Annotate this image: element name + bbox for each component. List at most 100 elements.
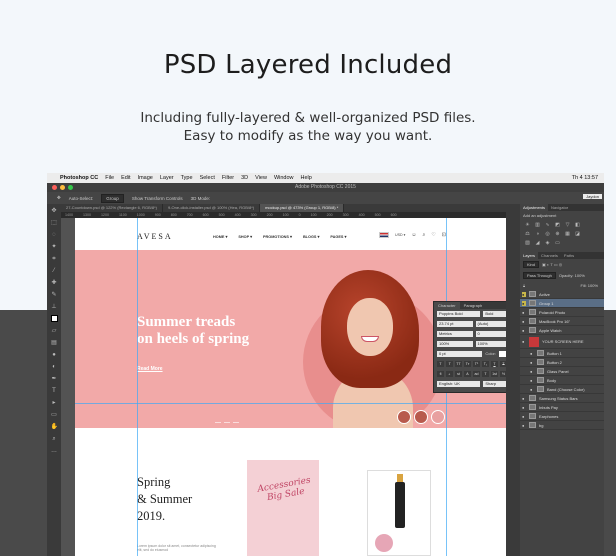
menu-file[interactable]: File (105, 175, 114, 181)
brush-icon[interactable]: ✎ (51, 292, 58, 299)
workspace-switcher[interactable]: Jaydon (583, 194, 602, 199)
nav-blogs[interactable]: BLOGS ▾ (303, 234, 319, 239)
pen-icon[interactable]: ✒ (51, 376, 58, 383)
posterize-icon[interactable]: ▨ (524, 240, 531, 246)
baseline-field[interactable]: 0 pt (437, 351, 483, 357)
read-more-link[interactable]: Read More (137, 366, 163, 372)
site-logo[interactable]: AVESA (137, 232, 173, 241)
menu-window[interactable]: Window (274, 175, 294, 181)
layer-row[interactable]: ● Earphones (520, 412, 604, 421)
opacity-field[interactable]: Opacity: 100% (559, 273, 585, 278)
blur-icon[interactable]: ● (51, 352, 58, 359)
layer-row[interactable]: ● Button 1 (520, 349, 604, 358)
invert-icon[interactable]: ◪ (574, 231, 581, 237)
vibrance-icon[interactable]: ▽ (564, 222, 571, 228)
shape-icon[interactable]: ▭ (51, 412, 58, 419)
hero-thumb-3[interactable] (431, 410, 445, 424)
tab-installer[interactable]: 9-One-click-installer.psd @ 100% (Hea, R… (163, 204, 261, 212)
visibility-eye-icon[interactable]: ● (522, 291, 526, 297)
filter-icons[interactable]: ▣ ◐ T ▭ ◎ (542, 262, 562, 267)
contextual-button[interactable]: 1st (491, 371, 498, 377)
eraser-icon[interactable]: ▱ (51, 328, 58, 335)
nav-home[interactable]: HOME ▾ (213, 234, 227, 239)
levels-icon[interactable]: ▥ (534, 222, 541, 228)
vertical-scale-field[interactable]: 100% (437, 341, 473, 347)
minimize-window-button[interactable] (60, 185, 65, 190)
photo-filter-icon[interactable]: ◎ (544, 231, 551, 237)
healing-icon[interactable]: ✚ (51, 280, 58, 287)
tab-channels[interactable]: Channels (538, 252, 561, 259)
font-family-field[interactable]: Poppins Bold (437, 311, 481, 317)
layer-row[interactable]: ● Band (Choose Color) (520, 385, 604, 394)
all-caps-button[interactable]: TT (455, 361, 462, 367)
app-menu[interactable]: Photoshop CC (60, 175, 98, 181)
layer-row[interactable]: ● bg (520, 421, 604, 430)
magic-wand-icon[interactable]: ✦ (51, 244, 58, 251)
exposure-icon[interactable]: ◩ (554, 222, 561, 228)
stamp-icon[interactable]: ⊥ (51, 304, 58, 311)
tab-layers[interactable]: Layers (520, 252, 539, 259)
visibility-eye-icon[interactable]: ● (522, 339, 526, 344)
lasso-icon[interactable]: ◌ (51, 232, 58, 239)
layer-row[interactable]: ● Glass Panel (520, 367, 604, 376)
marquee-icon[interactable]: ⬚ (51, 220, 58, 227)
layer-row[interactable]: ● Body (520, 376, 604, 385)
dodge-icon[interactable]: ◐ (51, 364, 58, 371)
tab-paths[interactable]: Paths (561, 252, 577, 259)
visibility-eye-icon[interactable]: ● (522, 328, 526, 333)
font-size-field[interactable]: 23.74 pt (437, 321, 473, 327)
search-icon[interactable]: ⌕ (423, 232, 426, 238)
visibility-eye-icon[interactable]: ● (522, 414, 526, 419)
visibility-eye-icon[interactable]: ● (522, 300, 526, 306)
hero-thumb-1[interactable] (397, 410, 411, 424)
type-icon[interactable]: T (51, 388, 58, 395)
small-caps-button[interactable]: Tт (464, 361, 471, 367)
eyedropper-icon[interactable]: ⁄ (51, 268, 58, 275)
layer-row[interactable]: ● MacBook Pro 16" (520, 317, 604, 326)
auto-select-checkbox[interactable]: Auto-Select: (69, 196, 94, 201)
fill-field[interactable]: Fill: 100% (580, 283, 598, 288)
menu-type[interactable]: Type (181, 175, 193, 181)
visibility-eye-icon[interactable]: ● (530, 387, 534, 392)
ligature-button[interactable]: fi (437, 371, 444, 377)
faux-bold-button[interactable]: T (437, 361, 444, 367)
menu-edit[interactable]: Edit (121, 175, 130, 181)
curves-icon[interactable]: ∿ (544, 222, 551, 228)
visibility-eye-icon[interactable]: ● (522, 310, 526, 315)
layer-row[interactable]: ● Group 1 (520, 299, 604, 308)
menu-image[interactable]: Image (138, 175, 153, 181)
selective-color-icon[interactable]: ◈ (544, 240, 551, 246)
hero-thumb-2[interactable] (414, 410, 428, 424)
hue-icon[interactable]: ◧ (574, 222, 581, 228)
layer-row[interactable]: ● Button 2 (520, 358, 604, 367)
blend-mode-select[interactable]: Pass Through (523, 272, 556, 279)
fraction-button[interactable]: ad (473, 371, 480, 377)
channel-mixer-icon[interactable]: ⊕ (554, 231, 561, 237)
nav-pages[interactable]: PAGES ▾ (330, 234, 346, 239)
gradient-icon[interactable]: ▤ (51, 340, 58, 347)
faux-italic-button[interactable]: T (446, 361, 453, 367)
accessories-promo-card[interactable] (247, 460, 319, 556)
ordinal-button[interactable]: A (464, 371, 471, 377)
tab-character[interactable]: Character (434, 302, 460, 309)
menu-view[interactable]: View (255, 175, 267, 181)
layer-row[interactable]: ● Samsung Status Bars (520, 394, 604, 403)
show-transform-checkbox[interactable]: Show Transform Controls (132, 196, 183, 201)
language-field[interactable]: English: UK (437, 381, 481, 387)
visibility-eye-icon[interactable]: ● (522, 405, 526, 410)
underline-button[interactable]: T (491, 361, 498, 367)
path-select-icon[interactable]: ▸ (51, 400, 58, 407)
visibility-eye-icon[interactable]: ● (530, 360, 534, 365)
layer-row[interactable]: ● Active (520, 290, 604, 299)
tab-navigator[interactable]: Navigator (548, 204, 571, 211)
user-icon[interactable]: ☺ (411, 232, 416, 238)
visibility-eye-icon[interactable]: ● (530, 369, 534, 374)
threshold-icon[interactable]: ◢ (534, 240, 541, 246)
tab-mockup[interactable]: mockup.psd @ 473% (Group 1, RGB/8) * (260, 204, 345, 212)
brightness-icon[interactable]: ☀ (524, 222, 531, 228)
stylistic-button[interactable]: st (455, 371, 462, 377)
menu-help[interactable]: Help (301, 175, 312, 181)
layer-row[interactable]: ● Apple Watch (520, 326, 604, 335)
zoom-window-button[interactable] (68, 185, 73, 190)
flag-icon[interactable] (379, 232, 389, 238)
